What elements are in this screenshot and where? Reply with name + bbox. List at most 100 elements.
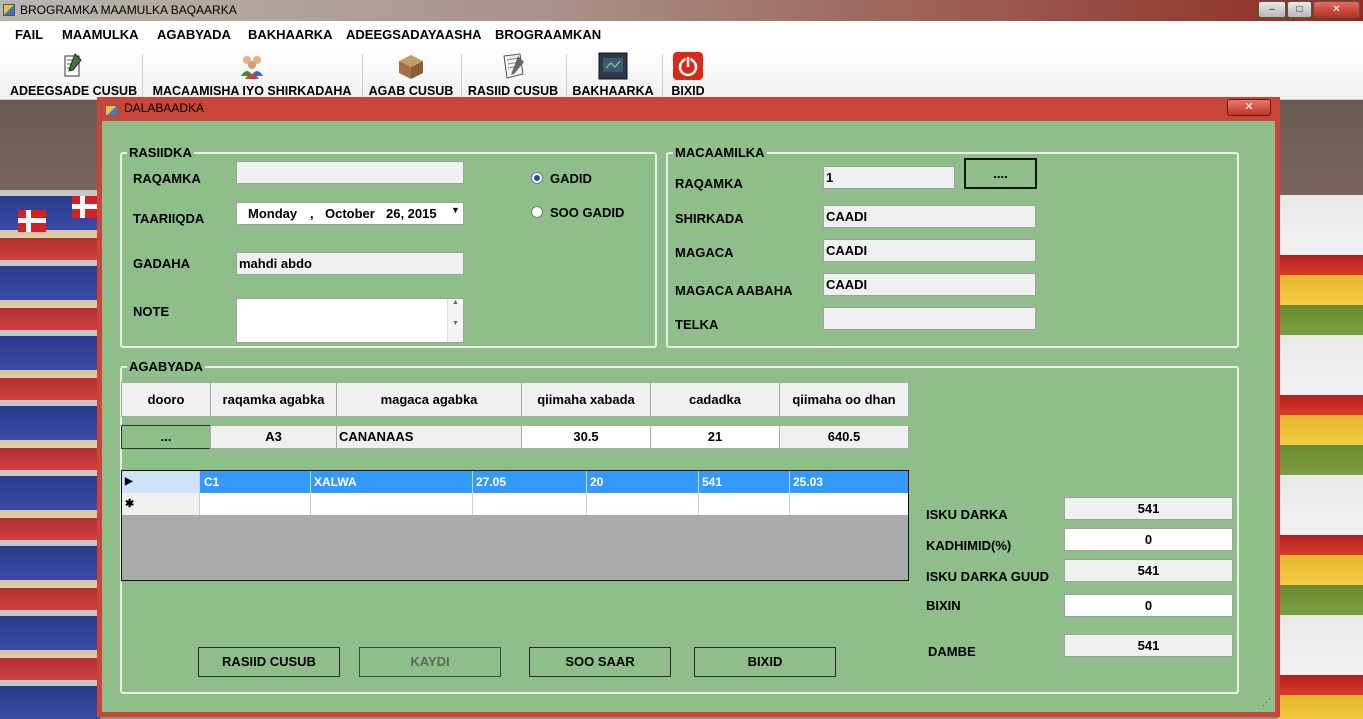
header-qiimaha-oo-dhan: qiimaha oo dhan bbox=[779, 382, 909, 417]
macaamil-raqamka-input[interactable]: 1 bbox=[823, 166, 955, 189]
resize-grip-icon[interactable]: ⋰ bbox=[1262, 697, 1271, 708]
row-indicator[interactable]: ▶ bbox=[122, 471, 200, 493]
telka-input[interactable] bbox=[823, 307, 1036, 330]
background-shelf-left bbox=[0, 190, 100, 719]
menu-agabyada[interactable]: AGABYADA bbox=[157, 27, 231, 42]
grid-cell[interactable]: 27.05 bbox=[473, 471, 587, 493]
soo-gadid-radio[interactable] bbox=[531, 206, 543, 218]
items-data-grid[interactable]: ▶ C1 XALWA 27.05 20 541 25.03 ✱ bbox=[121, 470, 909, 581]
grid-cell[interactable] bbox=[699, 493, 790, 515]
app-icon bbox=[3, 4, 15, 16]
grid-cell[interactable]: 25.03 bbox=[790, 471, 908, 493]
toolbar-bixid-button[interactable]: BIXID bbox=[668, 50, 708, 98]
entry-raqamka-input[interactable]: A3 bbox=[210, 425, 337, 449]
menu-maamulka[interactable]: MAAMULKA bbox=[62, 27, 139, 42]
toolbar-separator bbox=[662, 54, 663, 98]
toolbar-separator bbox=[461, 54, 462, 98]
note-scrollbar[interactable]: ▲ ▼ bbox=[447, 299, 463, 342]
close-button[interactable]: ✕ bbox=[1313, 1, 1360, 18]
bixin-input[interactable]: 0 bbox=[1064, 594, 1233, 617]
macaamilka-group-title: MACAAMILKA bbox=[673, 145, 767, 160]
toolbar-label: AGAB CUSUB bbox=[368, 84, 454, 98]
shirkada-label: SHIRKADA bbox=[675, 211, 744, 226]
grid-cell[interactable]: C1 bbox=[201, 471, 311, 493]
shirkada-input[interactable]: CAADI bbox=[823, 205, 1036, 228]
magaca-aabaha-input[interactable]: CAADI bbox=[823, 273, 1036, 296]
receipt-icon bbox=[503, 53, 524, 79]
menu-fail[interactable]: FAIL bbox=[15, 27, 43, 42]
toolbar-label: MACAAMISHA IYO SHIRKADAHA bbox=[152, 84, 352, 98]
rasiid-cusub-button[interactable]: RASIID CUSUB bbox=[198, 647, 340, 677]
chevron-down-icon[interactable]: ▼ bbox=[451, 205, 460, 215]
bixid-button[interactable]: BIXID bbox=[694, 647, 836, 677]
grid-cell[interactable] bbox=[587, 493, 699, 515]
window-title: BROGRAMKA MAAMULKA BAQAARKA bbox=[20, 3, 237, 17]
header-magaca-agabka: magaca agabka bbox=[336, 382, 522, 417]
macaamil-raqamka-label: RAQAMKA bbox=[675, 176, 743, 191]
toolbar-rasiid-cusub-button[interactable]: RASIID CUSUB bbox=[466, 50, 560, 98]
toolbar-macaamisha-button[interactable]: MACAAMISHA IYO SHIRKADAHA bbox=[148, 50, 356, 98]
entry-magaca-input[interactable]: CANANAAS bbox=[336, 425, 522, 449]
grid-cell[interactable] bbox=[311, 493, 473, 515]
minimize-button[interactable]: – bbox=[1258, 1, 1286, 18]
grid-cell[interactable] bbox=[790, 493, 908, 515]
header-dooro: dooro bbox=[121, 382, 211, 417]
magaca-input[interactable]: CAADI bbox=[823, 239, 1036, 262]
toolbar-separator bbox=[362, 54, 363, 98]
dialog-title: DALABAADKA bbox=[124, 101, 205, 115]
rasiid-raqamka-input[interactable] bbox=[236, 161, 464, 184]
note-textarea[interactable]: ▲ ▼ bbox=[236, 298, 464, 343]
grid-cell[interactable] bbox=[473, 493, 587, 515]
dooro-button[interactable]: ... bbox=[121, 425, 211, 449]
soo-saar-button[interactable]: SOO SAAR bbox=[529, 647, 671, 677]
toolbar-bakhaarka-button[interactable]: BAKHAARKA bbox=[572, 50, 654, 98]
taariiqda-date-picker[interactable]: Monday , October 26, 2015 ▼ bbox=[236, 202, 464, 225]
toolbar-label: RASIID CUSUB bbox=[467, 84, 559, 98]
flag-decoration bbox=[18, 210, 46, 232]
isku-darka-guud-value[interactable]: 541 bbox=[1064, 559, 1233, 582]
dambe-value[interactable]: 541 bbox=[1064, 634, 1233, 657]
soo-gadid-radio-label[interactable]: SOO GADID bbox=[550, 205, 624, 220]
gadid-radio-label[interactable]: GADID bbox=[550, 171, 592, 186]
toolbar-separator bbox=[142, 54, 143, 98]
customers-icon bbox=[241, 56, 263, 79]
date-day-year: 26, 2015 bbox=[386, 206, 437, 221]
toolbar-adeegsade-cusub-button[interactable]: ADEEGSADE CUSUB bbox=[10, 50, 138, 98]
table-row[interactable]: ▶ C1 XALWA 27.05 20 541 25.03 bbox=[122, 471, 908, 493]
entry-qiimaha-oo-dhan-input[interactable]: 640.5 bbox=[779, 425, 909, 449]
kadhimid-input[interactable]: 0 bbox=[1064, 528, 1233, 551]
grid-cell[interactable] bbox=[201, 493, 311, 515]
menu-bakhaarka[interactable]: BAKHAARKA bbox=[248, 27, 333, 42]
isku-darka-value[interactable]: 541 bbox=[1064, 497, 1233, 520]
toolbar-agab-cusub-button[interactable]: AGAB CUSUB bbox=[368, 50, 454, 98]
kaydi-button[interactable]: KAYDI bbox=[359, 647, 501, 677]
grid-cell[interactable]: 541 bbox=[699, 471, 790, 493]
kadhimid-label: KADHIMID(%) bbox=[926, 538, 1012, 553]
gadid-radio[interactable] bbox=[531, 172, 543, 184]
maximize-button[interactable]: □ bbox=[1287, 1, 1312, 18]
note-label: NOTE bbox=[133, 304, 170, 319]
background-shelf-right bbox=[1278, 195, 1363, 719]
header-qiimaha-xabada: qiimaha xabada bbox=[521, 382, 651, 417]
toolbar-separator bbox=[566, 54, 567, 98]
isku-darka-label: ISKU DARKA bbox=[926, 507, 1008, 522]
header-cadadka: cadadka bbox=[650, 382, 780, 417]
dialog-icon bbox=[105, 105, 118, 116]
rasiid-raqamka-label: RAQAMKA bbox=[133, 171, 201, 186]
gadaha-input[interactable]: mahdi abdo bbox=[236, 252, 464, 275]
grid-cell[interactable]: 20 bbox=[587, 471, 699, 493]
table-row-new[interactable]: ✱ bbox=[122, 493, 908, 515]
date-month: October bbox=[325, 206, 375, 221]
entry-qiimaha-xabada-input[interactable]: 30.5 bbox=[521, 425, 651, 449]
toolbar-label: ADEEGSADE CUSUB bbox=[10, 84, 138, 98]
entry-cadadka-input[interactable]: 21 bbox=[650, 425, 780, 449]
agabyada-group-title: AGABYADA bbox=[127, 359, 205, 374]
magaca-label: MAGACA bbox=[675, 245, 734, 260]
browse-customer-button[interactable]: .... bbox=[964, 158, 1037, 189]
menu-adeegsadayaasha[interactable]: ADEEGSADAYAASHA bbox=[346, 27, 482, 42]
new-row-indicator[interactable]: ✱ bbox=[122, 493, 200, 515]
grid-cell[interactable]: XALWA bbox=[311, 471, 473, 493]
menu-brograamkan[interactable]: BROGRAAMKAN bbox=[495, 27, 601, 42]
dialog-close-button[interactable]: ✕ bbox=[1227, 99, 1271, 116]
header-raqamka-agabka: raqamka agabka bbox=[210, 382, 337, 417]
